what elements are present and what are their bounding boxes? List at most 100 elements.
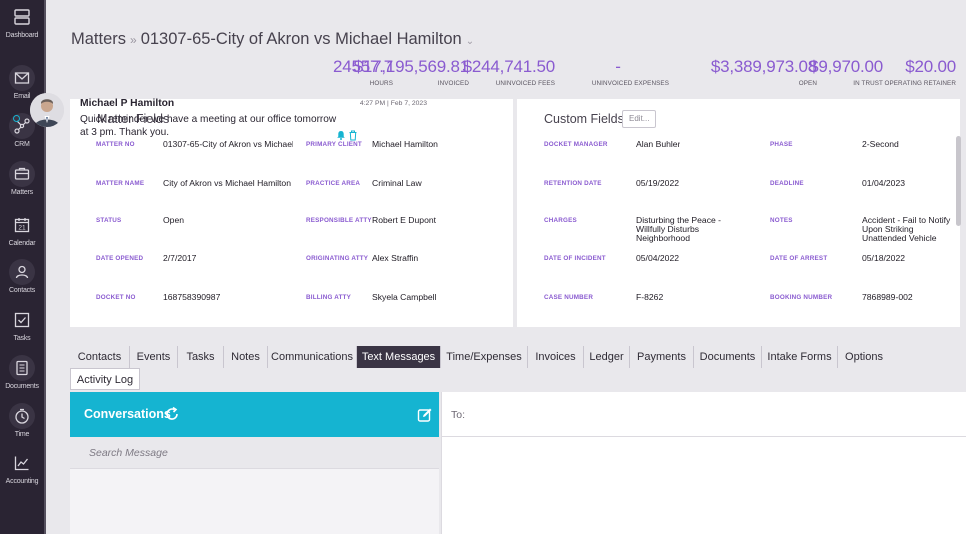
recipient-field[interactable]: To:: [442, 392, 966, 437]
field-value: Alan Buhler: [636, 140, 681, 149]
tab-time-expenses[interactable]: Time/Expenses: [441, 346, 528, 368]
stat-operating-retainer: $20.00 OPERATING RETAINER: [884, 57, 956, 87]
conversation-item[interactable]: [70, 469, 439, 534]
field-label: STATUS: [96, 217, 122, 224]
stat-uninvoiced-fees: $244,741.50 UNINVOICED FEES: [463, 57, 556, 87]
tab-contacts[interactable]: Contacts: [70, 346, 130, 368]
stat-label: UNINVOICED EXPENSES: [591, 80, 669, 87]
conversation-timestamp: 4:27 PM | Feb 7, 2023: [359, 100, 427, 107]
field-value: Skyela Campbell: [372, 293, 437, 302]
tab-options[interactable]: Options: [838, 346, 890, 368]
accounting-icon: [9, 450, 35, 476]
unread-indicator: [13, 115, 20, 122]
sidebar-label: Matters: [11, 189, 33, 196]
breadcrumb: Matters » 01307-65-City of Akron vs Michae…: [71, 30, 474, 49]
field-label: RETENTION DATE: [544, 180, 602, 187]
left-sidebar: Dashboard Email CRM Matters 21 Calendar …: [0, 0, 44, 534]
tab-events[interactable]: Events: [130, 346, 178, 368]
sidebar-item-calendar[interactable]: 21 Calendar: [0, 212, 44, 247]
message-thread-panel: To:: [442, 392, 966, 534]
field-label: MATTER NO: [96, 141, 135, 148]
breadcrumb-matters-link[interactable]: Matters: [71, 30, 126, 48]
field-value: 2/7/2017: [163, 254, 197, 263]
field-value: Criminal Law: [372, 179, 422, 188]
stat-label: INVOICED: [437, 80, 469, 87]
stat-label: OPEN: [798, 80, 817, 87]
stat-value: -: [615, 57, 621, 76]
tab-communications[interactable]: Communications: [268, 346, 357, 368]
field-value: Disturbing the Peace - Willfully Disturb…: [636, 216, 722, 244]
custom-fields-scrollbar[interactable]: [956, 136, 961, 226]
sidebar-item-contacts[interactable]: Contacts: [0, 259, 44, 294]
email-icon: [9, 65, 35, 91]
sidebar-item-tasks[interactable]: Tasks: [0, 307, 44, 342]
compose-icon[interactable]: [417, 407, 433, 423]
field-label: CASE NUMBER: [544, 294, 594, 301]
tab-tasks[interactable]: Tasks: [178, 346, 224, 368]
conversations-header: Conversations: [70, 392, 439, 437]
stat-uninvoiced-expenses: - UNINVOICED EXPENSES: [592, 57, 669, 87]
field-label: NOTES: [770, 217, 793, 224]
field-value: Robert E Dupont: [372, 216, 437, 225]
stat-invoiced: $17,195,569.81 INVOICED: [353, 57, 470, 87]
custom-fields-panel: Custom Fields Edit... DOCKET MANAGER Ala…: [517, 99, 960, 327]
conversation-contact-name: Michael P Hamilton: [80, 98, 175, 109]
matter-header: Matters » 01307-65-City of Akron vs Michae…: [46, 0, 966, 96]
bell-icon[interactable]: [336, 130, 346, 140]
stat-value: $17,195,569.81: [353, 57, 470, 76]
field-label: MATTER NAME: [96, 180, 145, 187]
field-value: 05/19/2022: [636, 179, 680, 188]
field-value: Open: [163, 216, 185, 225]
stat-in-trust: $9,970.00 IN TRUST: [809, 57, 883, 87]
sidebar-item-matters[interactable]: Matters: [0, 161, 44, 196]
stat-label: UNINVOICED FEES: [495, 80, 555, 87]
field-label: PRACTICE AREA: [306, 180, 361, 187]
field-label: PRIMARY CLIENT: [306, 141, 362, 148]
tab-activity-log[interactable]: Activity Log: [70, 368, 140, 390]
sidebar-item-documents[interactable]: Documents: [0, 355, 44, 390]
conversation-message-preview: Quick reminder we have a meeting at our …: [80, 114, 337, 138]
tab-notes[interactable]: Notes: [224, 346, 268, 368]
conversations-title: Conversations: [84, 407, 171, 421]
avatar: [30, 93, 64, 127]
tab-invoices[interactable]: Invoices: [528, 346, 584, 368]
tab-payments[interactable]: Payments: [630, 346, 694, 368]
conversations-panel: Conversations Search Message: [70, 392, 439, 534]
refresh-icon[interactable]: [163, 405, 181, 423]
edit-custom-fields-button[interactable]: Edit...: [622, 110, 657, 128]
field-label: RESPONSIBLE ATTY: [306, 217, 372, 224]
stat-value: $3,389,973.08: [710, 57, 817, 76]
dashboard-icon: [9, 4, 35, 30]
field-label: BOOKING NUMBER: [770, 294, 833, 301]
tab-text-messages[interactable]: Text Messages: [357, 346, 441, 368]
custom-fields-title: Custom Fields: [544, 112, 624, 126]
matters-icon: [9, 161, 35, 187]
sidebar-label: Tasks: [13, 335, 31, 342]
sidebar-label: Documents: [5, 383, 39, 390]
sidebar-label: Calendar: [8, 240, 36, 247]
field-value: 05/04/2022: [636, 254, 680, 263]
matter-title: 01307-65-City of Akron vs Michael Hamilt…: [140, 30, 462, 48]
sidebar-label: Dashboard: [5, 32, 39, 39]
stat-open: $3,389,973.08 OPEN: [711, 57, 817, 87]
documents-icon: [9, 355, 35, 381]
field-label: DOCKET NO: [96, 294, 136, 301]
field-value: 2-Second: [862, 140, 899, 149]
field-value: City of Akron vs Michael Hamilton: [163, 179, 291, 188]
field-value: 01307-65-City of Akron vs Michael Hamilt…: [163, 140, 293, 149]
stat-value: $20.00: [905, 57, 956, 76]
chevron-down-icon[interactable]: ⌄: [466, 36, 474, 47]
tab-ledger[interactable]: Ledger: [584, 346, 630, 368]
field-label: DEADLINE: [770, 180, 804, 187]
field-label: CHARGES: [544, 217, 577, 224]
field-value: 05/18/2022: [862, 254, 906, 263]
trash-icon[interactable]: [348, 130, 358, 141]
sidebar-item-accounting[interactable]: Accounting: [0, 450, 44, 485]
tab-intake-forms[interactable]: Intake Forms: [762, 346, 838, 368]
sidebar-label: Accounting: [5, 478, 39, 485]
search-message-input[interactable]: Search Message: [70, 437, 439, 469]
tab-documents[interactable]: Documents: [694, 346, 762, 368]
sidebar-item-dashboard[interactable]: Dashboard: [0, 4, 44, 39]
calendar-day: 21: [18, 225, 26, 232]
sidebar-item-time[interactable]: Time: [0, 403, 44, 438]
